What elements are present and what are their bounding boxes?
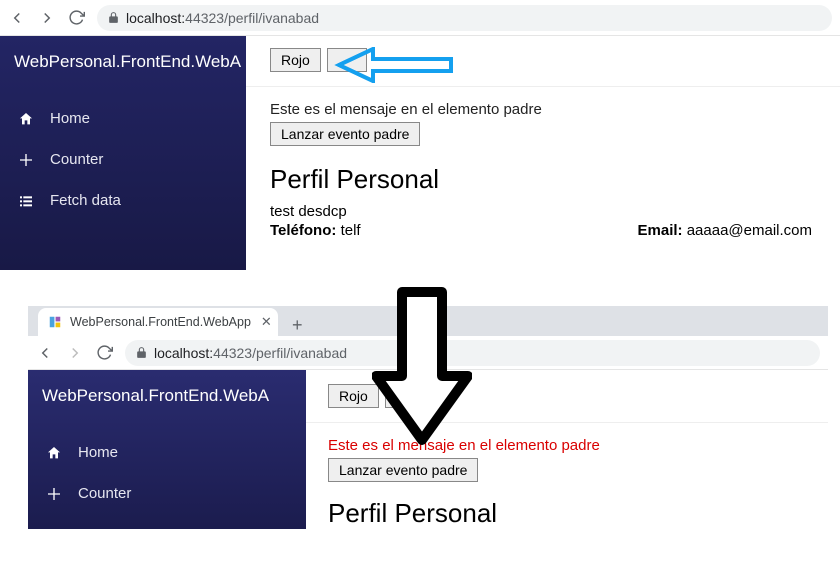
sidebar-item-label: Counter xyxy=(50,151,103,168)
forward-icon[interactable] xyxy=(38,9,56,27)
url-path: 44323/perfil/ivanabad xyxy=(185,10,319,26)
forward-icon[interactable] xyxy=(66,344,84,362)
browser-toolbar: localhost:44323/perfil/ivanabad xyxy=(28,336,828,370)
tab-title: WebPersonal.FrontEnd.WebApp xyxy=(70,315,251,329)
after-screenshot-window: WebPersonal.FrontEnd.WebApp ✕ + localhos… xyxy=(28,306,828,529)
reload-icon[interactable] xyxy=(96,344,113,361)
covered-button[interactable] xyxy=(327,48,367,72)
plus-icon xyxy=(18,152,36,168)
sidebar-item-home[interactable]: Home xyxy=(28,432,306,473)
telefono-label: Teléfono: xyxy=(270,222,336,239)
parent-message: Este es el mensaje en el elemento padre xyxy=(328,437,806,454)
rojo-button[interactable]: Rojo xyxy=(270,48,321,72)
page-title: Perfil Personal xyxy=(328,498,806,529)
sidebar-nav: Home Counter Fetch data xyxy=(0,88,246,221)
sidebar-item-counter[interactable]: Counter xyxy=(28,473,306,514)
back-icon[interactable] xyxy=(36,344,54,362)
url-text: localhost:44323/perfil/ivanabad xyxy=(154,345,347,361)
close-icon[interactable]: ✕ xyxy=(259,314,274,330)
second-button-partial[interactable]: N xyxy=(385,384,411,408)
button-row: Rojo xyxy=(246,48,840,87)
button-row: Rojo N xyxy=(306,384,828,423)
app-bottom: WebPersonal.FrontEnd.WebA Home Counter xyxy=(28,370,828,529)
launch-event-button[interactable]: Lanzar evento padre xyxy=(328,458,478,482)
sidebar-item-label: Counter xyxy=(78,485,131,502)
app-brand: WebPersonal.FrontEnd.WebA xyxy=(0,36,246,88)
new-tab-button[interactable]: + xyxy=(284,315,311,336)
main-content: Rojo N Este es el mensaje en el elemento… xyxy=(306,370,828,529)
home-icon xyxy=(46,445,64,461)
url-host: localhost: xyxy=(154,345,213,361)
plus-icon xyxy=(46,486,64,502)
sidebar: WebPersonal.FrontEnd.WebA Home Counter F… xyxy=(0,36,246,270)
sidebar-item-fetch[interactable]: Fetch data xyxy=(0,180,246,221)
lock-icon xyxy=(107,11,120,24)
launch-event-button[interactable]: Lanzar evento padre xyxy=(270,122,420,146)
telefono-value: telf xyxy=(341,222,361,239)
profile-desc: test desdcp xyxy=(270,203,816,220)
sidebar-nav: Home Counter xyxy=(28,422,306,514)
sidebar-item-label: Fetch data xyxy=(50,192,121,209)
parent-message: Este es el mensaje en el elemento padre xyxy=(270,101,816,118)
browser-toolbar: localhost:44323/perfil/ivanabad xyxy=(0,0,840,36)
favicon-icon xyxy=(48,315,62,329)
sidebar-item-label: Home xyxy=(78,444,118,461)
browser-tab[interactable]: WebPersonal.FrontEnd.WebApp ✕ xyxy=(38,308,278,336)
app-top: WebPersonal.FrontEnd.WebA Home Counter F… xyxy=(0,36,840,270)
email-value: aaaaa@email.com xyxy=(687,222,812,239)
page-title: Perfil Personal xyxy=(270,164,816,195)
reload-icon[interactable] xyxy=(68,9,85,26)
sidebar-item-counter[interactable]: Counter xyxy=(0,139,246,180)
contact-row: Teléfono: telf Email: aaaaa@email.com xyxy=(270,222,816,239)
rojo-button[interactable]: Rojo xyxy=(328,384,379,408)
sidebar-item-label: Home xyxy=(50,110,90,127)
app-brand: WebPersonal.FrontEnd.WebA xyxy=(28,370,306,422)
telefono: Teléfono: telf xyxy=(270,222,361,239)
home-icon xyxy=(18,111,36,127)
back-icon[interactable] xyxy=(8,9,26,27)
browser-tabstrip: WebPersonal.FrontEnd.WebApp ✕ + xyxy=(28,306,828,336)
url-text: localhost:44323/perfil/ivanabad xyxy=(126,10,319,26)
lock-icon xyxy=(135,346,148,359)
url-path: 44323/perfil/ivanabad xyxy=(213,345,347,361)
address-bar[interactable]: localhost:44323/perfil/ivanabad xyxy=(125,340,820,366)
list-icon xyxy=(18,193,36,209)
url-host: localhost: xyxy=(126,10,185,26)
sidebar: WebPersonal.FrontEnd.WebA Home Counter xyxy=(28,370,306,529)
main-content: Rojo Este es el mensaje en el elemento p… xyxy=(246,36,840,270)
email: Email: aaaaa@email.com xyxy=(638,222,812,239)
sidebar-item-home[interactable]: Home xyxy=(0,98,246,139)
address-bar[interactable]: localhost:44323/perfil/ivanabad xyxy=(97,5,832,31)
email-label: Email: xyxy=(638,222,683,239)
